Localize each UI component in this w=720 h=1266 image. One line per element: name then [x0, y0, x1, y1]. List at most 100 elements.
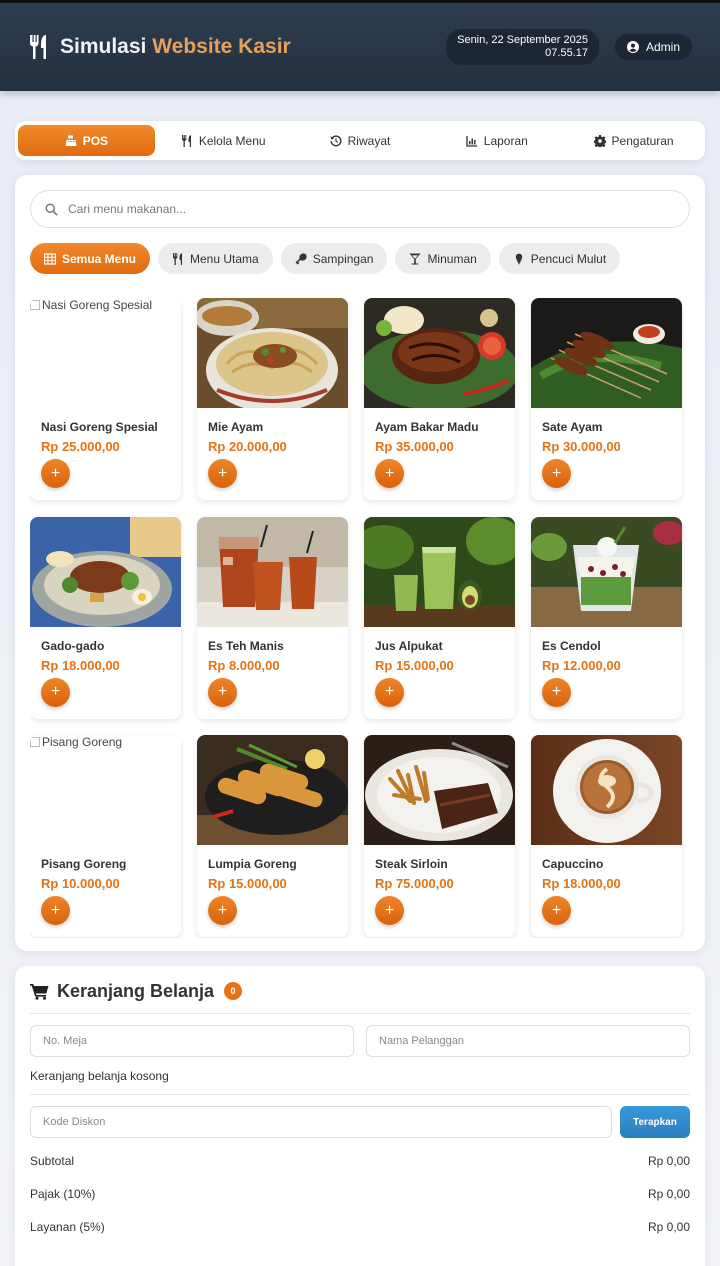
menu-card[interactable]: Capuccino Rp 18.000,00 + — [531, 735, 682, 938]
menu-price: Rp 15.000,00 — [375, 657, 454, 673]
summary-row-tax: Pajak (10%) Rp 0,00 — [30, 1177, 690, 1210]
customer-name-input[interactable] — [366, 1025, 690, 1057]
add-to-cart-button[interactable]: + — [375, 677, 404, 707]
tab-kelola-menu[interactable]: Kelola Menu — [155, 125, 292, 156]
category-label: Sampingan — [312, 251, 374, 266]
menu-image-grilled-chicken — [364, 298, 515, 408]
menu-card[interactable]: Gado-gado Rp 18.000,00 + — [30, 516, 181, 719]
add-to-cart-button[interactable]: + — [41, 896, 70, 926]
add-to-cart-button[interactable]: + — [542, 896, 571, 926]
menu-card[interactable]: Steak Sirloin Rp 75.000,00 + — [364, 735, 515, 938]
app-header: Simulasi Website Kasir Senin, 22 Septemb… — [0, 3, 720, 91]
menu-name: Es Teh Manis — [208, 638, 284, 653]
menu-price: Rp 8.000,00 — [208, 657, 280, 673]
category-semua-menu[interactable]: Semua Menu — [30, 243, 151, 274]
tab-label: Pengaturan — [611, 133, 674, 148]
menu-card[interactable]: Mie Ayam Rp 20.000,00 + — [197, 298, 348, 500]
summary-row-subtotal: Subtotal Rp 0,00 — [30, 1144, 690, 1177]
menu-card[interactable]: Jus Alpukat Rp 15.000,00 + — [364, 516, 515, 719]
divider — [30, 1013, 690, 1014]
menu-card[interactable]: Lumpia Goreng Rp 15.000,00 + — [197, 735, 348, 938]
chart-icon — [466, 135, 477, 147]
menu-price: Rp 25.000,00 — [41, 439, 120, 454]
menu-price: Rp 10.000,00 — [41, 876, 120, 892]
tab-label: POS — [82, 133, 109, 148]
summary-row-service: Layanan (5%) Rp 0,00 — [30, 1210, 690, 1243]
utensils-icon — [173, 252, 183, 265]
category-label: Menu Utama — [190, 251, 259, 266]
menu-price: Rp 18.000,00 — [41, 657, 120, 673]
add-to-cart-button[interactable]: + — [375, 459, 404, 488]
add-to-cart-button[interactable]: + — [208, 677, 237, 707]
menu-card[interactable]: Sate Ayam Rp 30.000,00 + — [531, 298, 682, 500]
menu-name: Steak Sirloin — [375, 857, 448, 872]
category-minuman[interactable]: Minuman — [395, 243, 491, 274]
summary-label: Pajak (10%) — [30, 1186, 96, 1201]
menu-price: Rp 15.000,00 — [208, 876, 287, 892]
divider — [30, 1094, 690, 1095]
menu-image-cappuccino — [531, 735, 682, 846]
menu-name: Mie Ayam — [208, 420, 264, 434]
add-to-cart-button[interactable]: + — [208, 896, 237, 926]
utensils-icon — [181, 134, 191, 147]
menu-price: Rp 18.000,00 — [542, 876, 621, 892]
search-input[interactable] — [68, 202, 675, 216]
add-to-cart-button[interactable]: + — [41, 677, 70, 707]
category-menu-utama[interactable]: Menu Utama — [158, 243, 273, 274]
user-menu-button[interactable]: Admin — [614, 34, 692, 60]
menu-name: Capuccino — [542, 857, 604, 872]
cart-panel: Keranjang Belanja 0 Keranjang belanja ko… — [15, 966, 705, 1266]
summary-label: Layanan (5%) — [30, 1219, 105, 1234]
category-label: Pencuci Mulut — [530, 251, 607, 266]
menu-name: Gado-gado — [41, 638, 105, 653]
menu-price: Rp 35.000,00 — [375, 439, 454, 454]
summary-value: Rp 0,00 — [647, 1153, 690, 1168]
menu-card[interactable]: Pisang Goreng Pisang Goreng Rp 10.000,00… — [30, 735, 181, 938]
brand: Simulasi Website Kasir — [28, 34, 291, 60]
add-to-cart-button[interactable]: + — [542, 677, 571, 707]
menu-image-spring-rolls — [197, 735, 348, 846]
tab-pos[interactable]: POS — [18, 125, 155, 156]
discount-code-input[interactable] — [30, 1106, 612, 1138]
user-name: Admin — [645, 40, 680, 54]
ice-cream-icon — [515, 253, 522, 265]
menu-price: Rp 20.000,00 — [208, 439, 287, 454]
user-circle-icon — [626, 41, 639, 53]
date-text: Senin, 22 September 2025 — [457, 34, 588, 46]
menu-card[interactable]: Nasi Goreng Spesial Nasi Goreng Spesial … — [30, 298, 181, 500]
menu-name: Ayam Bakar Madu — [375, 420, 479, 434]
menu-name: Sate Ayam — [542, 420, 603, 434]
search-icon — [45, 202, 58, 216]
summary-label: Subtotal — [30, 1153, 75, 1168]
category-pencuci-mulut[interactable]: Pencuci Mulut — [498, 243, 621, 274]
menu-image-satay — [531, 298, 682, 408]
image-alt-text: Pisang Goreng — [42, 735, 123, 750]
menu-name: Lumpia Goreng — [208, 857, 297, 872]
menu-name: Es Cendol — [542, 638, 601, 653]
add-to-cart-button[interactable]: + — [542, 459, 571, 488]
main-nav: POS Kelola Menu Riwayat Laporan Pengatur… — [15, 121, 705, 160]
menu-card[interactable]: Es Cendol Rp 12.000,00 + — [531, 516, 682, 719]
summary-value: Rp 0,00 — [647, 1186, 690, 1201]
tab-label: Laporan — [483, 133, 528, 148]
menu-image-noodles — [197, 298, 348, 408]
summary-value: Rp 0,00 — [647, 1219, 690, 1234]
category-sampingan[interactable]: Sampingan — [280, 243, 388, 274]
table-number-input[interactable] — [30, 1025, 354, 1057]
menu-name: Nasi Goreng Spesial — [41, 420, 158, 434]
menu-card[interactable]: Es Teh Manis Rp 8.000,00 + — [197, 516, 348, 719]
tab-riwayat[interactable]: Riwayat — [292, 125, 429, 156]
menu-price: Rp 12.000,00 — [542, 657, 621, 673]
tab-laporan[interactable]: Laporan — [428, 125, 565, 156]
menu-card[interactable]: Ayam Bakar Madu Rp 35.000,00 + — [364, 298, 515, 500]
add-to-cart-button[interactable]: + — [208, 459, 237, 488]
grid-icon — [44, 252, 56, 265]
add-to-cart-button[interactable]: + — [375, 896, 404, 926]
tab-pengaturan[interactable]: Pengaturan — [565, 125, 702, 156]
category-label: Minuman — [427, 251, 477, 266]
utensils-icon — [30, 35, 46, 59]
menu-name: Pisang Goreng — [41, 857, 127, 872]
menu-name: Jus Alpukat — [375, 638, 443, 653]
apply-discount-button[interactable]: Terapkan — [620, 1106, 690, 1138]
add-to-cart-button[interactable]: + — [41, 459, 70, 488]
